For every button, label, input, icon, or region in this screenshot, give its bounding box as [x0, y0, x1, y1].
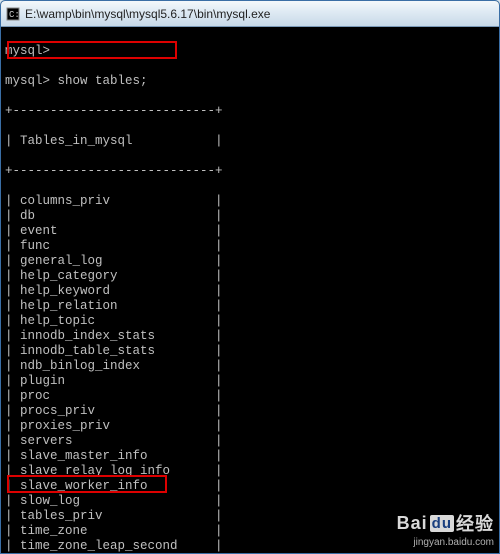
svg-text:C:: C:: [9, 10, 20, 20]
table-row: | slave_master_info |: [5, 449, 495, 464]
prompt-line: mysql>: [5, 44, 495, 59]
table-row: | proxies_priv |: [5, 419, 495, 434]
console-window: C: E:\wamp\bin\mysql\mysql5.6.17\bin\mys…: [0, 0, 500, 554]
table-row: | func |: [5, 239, 495, 254]
table-row: | time_zone |: [5, 524, 495, 539]
table-row: | help_category |: [5, 269, 495, 284]
table-header-row: | Tables_in_mysql |: [5, 134, 495, 149]
window-title: E:\wamp\bin\mysql\mysql5.6.17\bin\mysql.…: [25, 7, 270, 21]
terminal-output[interactable]: mysql> mysql> show tables; +------------…: [1, 27, 499, 553]
table-row: | procs_priv |: [5, 404, 495, 419]
command-text: show tables;: [58, 74, 148, 88]
table-row: | help_keyword |: [5, 284, 495, 299]
table-row: | ndb_binlog_index |: [5, 359, 495, 374]
table-row: | event |: [5, 224, 495, 239]
table-row: | servers |: [5, 434, 495, 449]
titlebar[interactable]: C: E:\wamp\bin\mysql\mysql5.6.17\bin\mys…: [1, 1, 499, 27]
table-row: | columns_priv |: [5, 194, 495, 209]
table-row: | plugin |: [5, 374, 495, 389]
table-row: | db |: [5, 209, 495, 224]
table-row: | help_topic |: [5, 314, 495, 329]
table-row: | slave_worker_info |: [5, 479, 495, 494]
table-row: | innodb_index_stats |: [5, 329, 495, 344]
table-row: | proc |: [5, 389, 495, 404]
command-line: mysql> show tables;: [5, 74, 495, 89]
table-row: | slave_relay_log_info |: [5, 464, 495, 479]
table-row: | time_zone_leap_second |: [5, 539, 495, 554]
table-border: +---------------------------+: [5, 104, 495, 119]
table-row: | general_log |: [5, 254, 495, 269]
table-row: | tables_priv |: [5, 509, 495, 524]
table-header: Tables_in_mysql: [20, 134, 133, 148]
table-border: +---------------------------+: [5, 164, 495, 179]
table-row: | innodb_table_stats |: [5, 344, 495, 359]
table-row: | slow_log |: [5, 494, 495, 509]
table-row: | help_relation |: [5, 299, 495, 314]
terminal-icon: C:: [5, 6, 21, 22]
